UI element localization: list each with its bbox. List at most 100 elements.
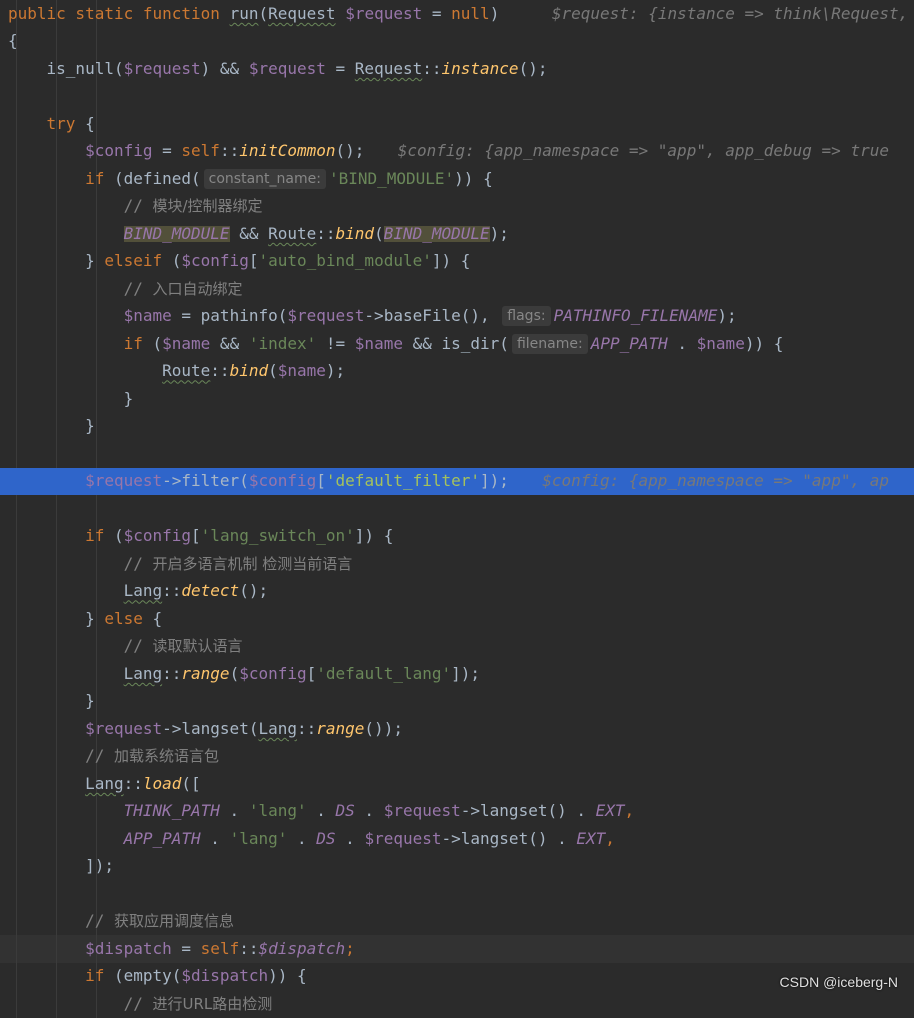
code-line[interactable]: $config = self:: initCommon (); $config: {… <box>0 137 914 165</box>
code-line[interactable]: } <box>0 687 914 715</box>
code-line[interactable]: } <box>0 412 914 440</box>
code-token: $config <box>248 471 317 491</box>
code-token: ); <box>325 361 346 381</box>
code-token: BIND_MODULE <box>123 223 230 243</box>
code-line[interactable]: try { <box>0 110 914 138</box>
indent-guide <box>96 880 97 908</box>
code-line[interactable]: Lang:: load([ <box>0 770 914 798</box>
code-token: $name <box>8 306 172 326</box>
code-token: )) { <box>268 966 307 986</box>
code-token: ( <box>104 526 124 546</box>
code-token: (); <box>239 581 269 601</box>
code-token: self <box>200 938 240 958</box>
code-token: $dispatch <box>181 966 269 986</box>
code-editor[interactable]: public static function run(Request $requ… <box>0 0 914 1018</box>
code-token: . <box>200 828 230 848</box>
code-line[interactable]: // 进行URL路由检测 <box>0 990 914 1018</box>
code-token: } <box>8 691 95 711</box>
code-token: [ <box>248 251 259 271</box>
code-token: null <box>451 3 490 23</box>
code-line[interactable] <box>0 440 914 468</box>
code-token: ( <box>374 223 384 243</box>
code-token: :: <box>239 938 259 958</box>
indent-guide <box>96 412 97 440</box>
code-token: 加载系统语言包 <box>113 747 219 766</box>
code-token: $request <box>8 471 163 491</box>
code-line[interactable]: { <box>0 27 914 55</box>
code-line[interactable]: BIND_MODULE && Route:: bind(BIND_MODULE); <box>0 220 914 248</box>
code-line[interactable] <box>0 880 914 908</box>
code-token: (); <box>335 141 365 161</box>
code-line[interactable]: } else { <box>0 605 914 633</box>
code-token: $name <box>277 361 326 381</box>
code-token: ]); <box>480 471 509 491</box>
code-token: } <box>8 608 105 628</box>
code-token: ->langset( <box>162 718 259 738</box>
code-line[interactable]: is_null($request) && $request = Request:… <box>0 55 914 83</box>
indent-guide <box>16 82 17 110</box>
code-token: ]) { <box>354 526 394 546</box>
code-token: APP_PATH <box>123 828 201 848</box>
code-token: ; <box>345 938 355 958</box>
code-token: (defined( <box>104 168 201 188</box>
code-token: . <box>335 828 365 848</box>
code-token: } <box>8 416 95 436</box>
code-token: $config <box>239 663 307 683</box>
code-line[interactable]: // 获取应用调度信息 <box>0 907 914 935</box>
code-token: 'auto_bind_module' <box>258 251 432 271</box>
code-line[interactable]: public static function run(Request $requ… <box>0 0 914 28</box>
code-token: range <box>181 663 230 683</box>
code-token: run <box>229 3 259 23</box>
code-token: . <box>219 801 249 821</box>
code-line[interactable] <box>0 495 914 523</box>
code-token: :: <box>219 141 240 161</box>
code-line[interactable]: Lang:: detect (); <box>0 577 914 605</box>
code-token: $name <box>354 333 403 353</box>
code-token: && <box>229 223 269 243</box>
code-token: EXT <box>576 828 606 848</box>
code-token: )) { <box>454 168 493 188</box>
code-token: && <box>210 333 249 353</box>
code-line[interactable]: $dispatch = self:: $dispatch; <box>0 935 914 963</box>
code-line[interactable]: APP_PATH . 'lang' . DS . $request ->langs… <box>0 825 914 853</box>
code-line[interactable]: if ($config['lang_switch_on']) { <box>0 522 914 550</box>
code-line[interactable]: ]); <box>0 852 914 880</box>
code-line[interactable]: // 加载系统语言包 <box>0 742 914 770</box>
code-line[interactable]: // 开启多语言机制 检测当前语言 <box>0 550 914 578</box>
code-token: // <box>8 196 153 216</box>
csdn-watermark: CSDN @iceberg-N <box>779 974 898 990</box>
code-line[interactable]: THINK_PATH . 'lang' . DS . $request ->lan… <box>0 797 914 825</box>
code-line[interactable]: if ($name && 'index' != $name && is_dir(… <box>0 330 914 358</box>
code-token: :: <box>296 718 317 738</box>
code-line[interactable]: // 入口自动绑定 <box>0 275 914 303</box>
code-token: , <box>605 828 615 848</box>
code-line[interactable]: $request ->filter($config['default_filter… <box>0 467 914 495</box>
code-line[interactable]: $name = pathinfo($request ->baseFile(), f… <box>0 302 914 330</box>
code-token: $name <box>696 333 745 353</box>
code-line[interactable]: if (defined(constant_name: 'BIND_MODULE')… <box>0 165 914 193</box>
code-line[interactable] <box>0 82 914 110</box>
code-token: 'lang_switch_on' <box>200 526 355 546</box>
code-token: $config <box>123 526 192 546</box>
code-line[interactable]: // 读取默认语言 <box>0 632 914 660</box>
code-token: ->langset() . <box>460 801 596 821</box>
code-line[interactable]: Route:: bind($name); <box>0 357 914 385</box>
code-line[interactable]: } elseif ($config['auto_bind_module']) { <box>0 247 914 275</box>
code-token: 读取默认语言 <box>152 637 243 656</box>
code-token: load <box>142 773 182 793</box>
indent-guide <box>96 687 97 715</box>
code-line[interactable]: if (empty($dispatch)) { <box>0 962 914 990</box>
code-token: } <box>8 388 134 408</box>
code-token: 入口自动绑定 <box>152 279 243 298</box>
code-line[interactable]: } <box>0 385 914 413</box>
code-line[interactable]: // 模块/控制器绑定 <box>0 192 914 220</box>
code-line[interactable]: $request ->langset(Lang:: range ()); <box>0 715 914 743</box>
code-token: , <box>624 801 635 821</box>
indent-guide <box>96 495 97 523</box>
code-line[interactable]: Lang:: range($config['default_lang']); <box>0 660 914 688</box>
code-token: ) <box>489 3 519 23</box>
indent-guide <box>96 27 97 55</box>
